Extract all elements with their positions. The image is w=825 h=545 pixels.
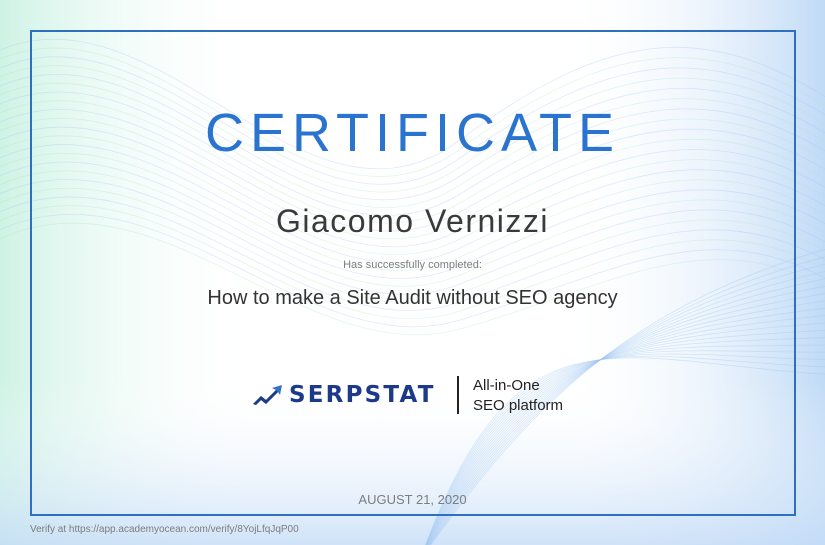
- brand-tagline: All-in-One SEO platform: [473, 376, 563, 416]
- brand-name: SERPSTAT: [289, 382, 436, 408]
- logo-divider: [457, 376, 459, 414]
- tagline-line-1: All-in-One: [473, 377, 540, 394]
- serpstat-chart-icon: [253, 385, 282, 405]
- course-title: How to make a Site Audit without SEO age…: [207, 287, 618, 309]
- tagline-line-2: SEO platform: [473, 397, 564, 414]
- serpstat-logo: SERPSTAT All-in-One SEO platform: [251, 373, 581, 417]
- recipient-name: Giacomo Vernizzi: [276, 203, 549, 239]
- certificate-title: CERTIFICATE: [204, 103, 621, 163]
- issue-date: AUGUST 21, 2020: [358, 492, 467, 507]
- completed-label: Has successfully completed:: [343, 259, 482, 271]
- verify-link[interactable]: Verify at https://app.academyocean.com/v…: [30, 524, 299, 535]
